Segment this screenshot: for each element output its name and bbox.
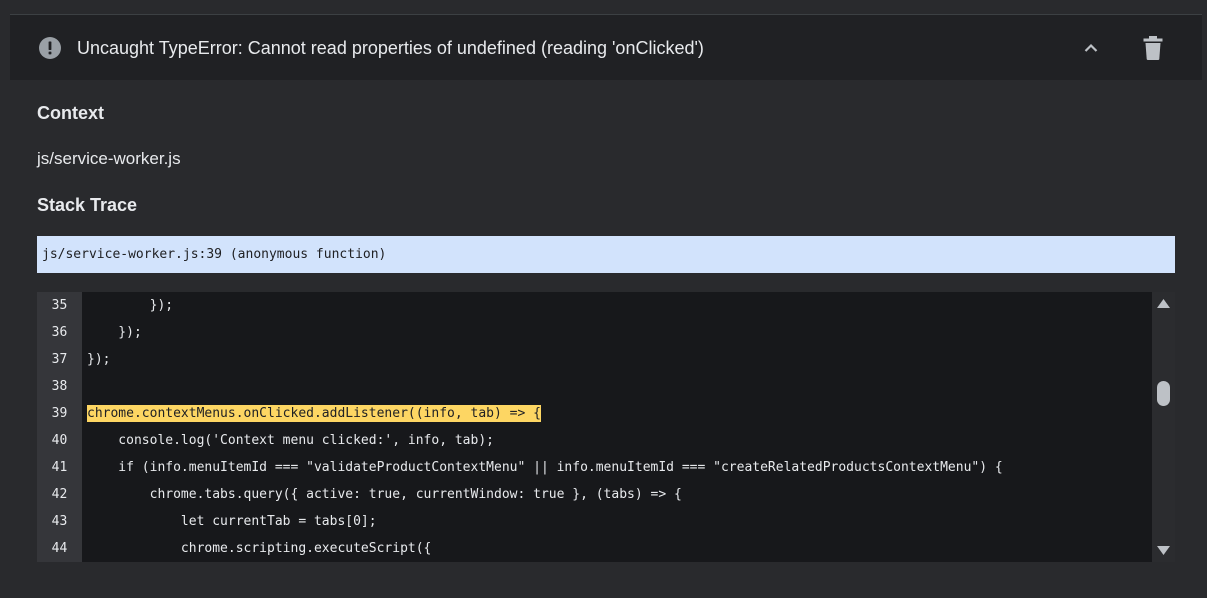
line-number: 43: [51, 514, 68, 529]
line-code: });: [87, 325, 142, 340]
line-number: 41: [51, 460, 68, 475]
line-number: 44: [51, 541, 68, 556]
code-line: 37 });: [37, 346, 1152, 373]
scroll-up-arrow-icon[interactable]: [1156, 296, 1171, 311]
line-code: });: [87, 352, 111, 367]
code-line: 43 let currentTab = tabs[0];: [37, 508, 1152, 535]
highlighted-error-line: chrome.contextMenus.onClicked.addListene…: [87, 405, 541, 422]
error-header: Uncaught TypeError: Cannot read properti…: [10, 15, 1202, 80]
stack-trace-heading: Stack Trace: [37, 195, 138, 215]
code-line-highlighted: 39 chrome.contextMenus.onClicked.addList…: [37, 400, 1152, 427]
context-heading: Context: [37, 103, 104, 123]
line-number: 40: [51, 433, 68, 448]
line-number: 38: [51, 379, 68, 394]
code-line: 41 if (info.menuItemId === "validateProd…: [37, 454, 1152, 481]
code-line: 40 console.log('Context menu clicked:', …: [37, 427, 1152, 454]
code-viewer: 35 }); 36 }); 37 }); 38 39 chrome.contex…: [37, 292, 1175, 562]
chevron-up-icon[interactable]: [1079, 36, 1103, 60]
line-code: let currentTab = tabs[0];: [87, 514, 377, 529]
line-number: 37: [51, 352, 68, 367]
line-code: chrome.scripting.executeScript({: [87, 541, 432, 556]
vertical-scrollbar[interactable]: [1152, 292, 1175, 562]
error-circle-icon: [39, 37, 61, 59]
code-line: 35 });: [37, 292, 1152, 319]
stack-trace-frame[interactable]: js/service-worker.js:39 (anonymous funct…: [37, 236, 1175, 273]
error-title: Uncaught TypeError: Cannot read properti…: [77, 38, 704, 58]
line-code: chrome.tabs.query({ active: true, curren…: [87, 487, 682, 502]
line-code: });: [87, 298, 174, 313]
line-code: console.log('Context menu clicked:', inf…: [87, 433, 494, 448]
context-value: js/service-worker.js: [37, 149, 181, 168]
code-line: 36 });: [37, 319, 1152, 346]
stack-frame-text: js/service-worker.js:39 (anonymous funct…: [42, 247, 387, 262]
code-line: 44 chrome.scripting.executeScript({: [37, 535, 1152, 562]
line-number: 39: [51, 406, 68, 421]
trash-icon[interactable]: [1141, 35, 1165, 61]
scrollbar-thumb[interactable]: [1157, 381, 1170, 406]
line-number: 35: [51, 298, 68, 313]
line-code: if (info.menuItemId === "validateProduct…: [87, 460, 1003, 475]
scroll-down-arrow-icon[interactable]: [1156, 543, 1171, 558]
line-number: 42: [51, 487, 68, 502]
line-number: 36: [51, 325, 68, 340]
code-line: 42 chrome.tabs.query({ active: true, cur…: [37, 481, 1152, 508]
code-line: 38: [37, 373, 1152, 400]
